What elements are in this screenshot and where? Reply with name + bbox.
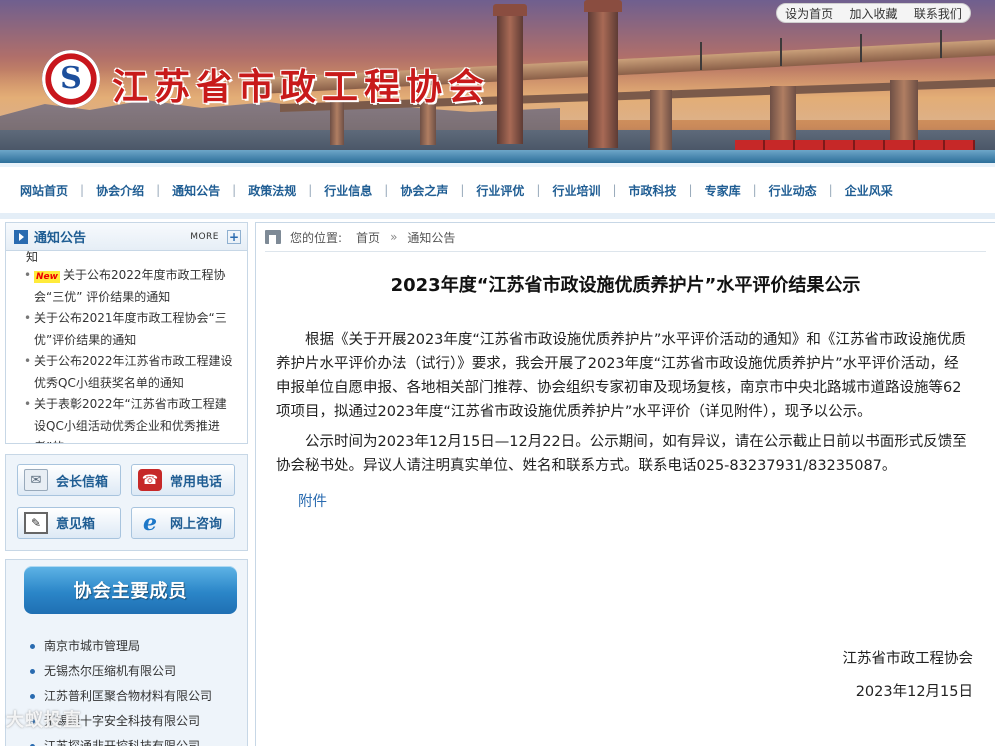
- nav-item-notices[interactable]: 通知公告 |: [166, 182, 242, 199]
- expand-plus-icon[interactable]: +: [227, 229, 241, 244]
- street-lamp: [780, 38, 782, 66]
- notice-panel: 通知公告 MORE + 知 New关于公布2022年度市政工程协会“三优” 评价…: [5, 222, 248, 444]
- member-item[interactable]: 无锡杰尔压缩机有限公司: [30, 659, 247, 684]
- association-logo[interactable]: S: [42, 50, 100, 108]
- banner-bottom-strip: [0, 150, 995, 163]
- nav-item-about[interactable]: 协会介绍 |: [90, 182, 166, 199]
- home-icon: [265, 230, 281, 244]
- nav-item-news[interactable]: 行业动态 |: [763, 182, 839, 199]
- watermark: 大蚁投直: [6, 710, 82, 731]
- logo-letter: S: [60, 61, 82, 96]
- members-panel-title: 协会主要成员: [24, 566, 237, 614]
- mail-icon: ✉: [24, 469, 48, 491]
- nav-item-enterprises[interactable]: 企业风采: [839, 182, 899, 199]
- contact-us-link[interactable]: 联系我们: [914, 5, 962, 22]
- arrow-square-icon: [14, 229, 28, 244]
- bridge-tower: [584, 0, 622, 148]
- nav-item-experts[interactable]: 专家库 |: [699, 182, 763, 199]
- nav-item-home[interactable]: 网站首页 |: [14, 182, 90, 199]
- common-phones-label: 常用电话: [170, 474, 223, 490]
- article-panel: 您的位置: 首页 » 通知公告 2023年度“江苏省市政设施优质养护片”水平评价…: [255, 222, 995, 746]
- street-lamp: [860, 34, 862, 62]
- article-date: 2023年12月15日: [855, 684, 973, 700]
- common-phones-button[interactable]: ☎ 常用电话: [131, 464, 235, 496]
- nav-bottom-line: [0, 213, 995, 219]
- online-consult-button[interactable]: e 网上咨询: [131, 506, 235, 539]
- breadcrumb: 您的位置: 首页 » 通知公告: [256, 223, 995, 251]
- bridge-pier: [650, 90, 672, 150]
- article-paragraph: 根据《关于开展2023年度“江苏省市政设施优质养护片”水平评价活动的通知》和《江…: [276, 332, 966, 420]
- nav-item-policies[interactable]: 政策法规 |: [242, 182, 318, 199]
- notice-item[interactable]: New关于公布2022年度市政工程协会“三优” 评价结果的通知: [24, 265, 237, 308]
- breadcrumb-divider: [265, 251, 986, 252]
- header-banner: S 江苏省市政工程协会 设为首页 加入收藏 联系我们: [0, 0, 995, 163]
- main-nav: 网站首页 | 协会介绍 | 通知公告 | 政策法规 | 行业信息 | 协会之声 | 行业评优…: [0, 163, 995, 219]
- notice-panel-header: 通知公告 MORE +: [6, 223, 247, 251]
- attachment-link[interactable]: 附件: [298, 490, 995, 511]
- member-item[interactable]: 南京市城市管理局: [30, 634, 247, 659]
- online-consult-label: 网上咨询: [170, 517, 223, 532]
- phone-icon: ☎: [138, 469, 162, 491]
- new-badge: New: [34, 271, 60, 283]
- notice-item[interactable]: 关于公布2021年度市政工程协会“三优”评价结果的通知: [24, 308, 237, 351]
- suggestion-box-button[interactable]: ✎ 意见箱: [17, 506, 121, 539]
- president-mailbox-label: 会长信箱: [56, 474, 109, 490]
- breadcrumb-separator: »: [390, 230, 398, 244]
- president-mailbox-button[interactable]: ✉ 会长信箱: [17, 464, 121, 496]
- notice-item[interactable]: 关于表彰2022年“江苏省市政工程建设QC小组活动优秀企业和优秀推进者”的: [24, 394, 237, 443]
- site-name: 江苏省市政工程协会: [112, 66, 491, 108]
- more-link[interactable]: MORE: [190, 232, 219, 242]
- street-lamp: [700, 42, 702, 70]
- notice-item[interactable]: 关于公布2022年江苏省市政工程建设 优秀QC小组获奖名单的通知: [24, 351, 237, 394]
- add-favorite-link[interactable]: 加入收藏: [849, 5, 897, 22]
- set-homepage-link[interactable]: 设为首页: [785, 5, 833, 22]
- article-body: 根据《关于开展2023年度“江苏省市政设施优质养护片”水平评价活动的通知》和《江…: [276, 328, 973, 478]
- article-signature: 江苏省市政工程协会: [842, 651, 974, 667]
- article-paragraph: 公示时间为2023年12月15日—12月22日。公示期间，如有异议，请在公示截止…: [276, 434, 967, 474]
- article-title: 2023年度“江苏省市政设施优质养护片”水平评价结果公示: [390, 275, 861, 296]
- breadcrumb-current-link[interactable]: 通知公告: [407, 229, 455, 246]
- nav-item-industry-info[interactable]: 行业信息 |: [318, 182, 394, 199]
- nav-item-technology[interactable]: 市政科技 |: [623, 182, 699, 199]
- nav-item-training[interactable]: 行业培训 |: [546, 182, 622, 199]
- notice-panel-title: 通知公告: [34, 231, 87, 246]
- quick-links-panel: ✉ 会长信箱 ☎ 常用电话 ✎ 意见箱 e 网上咨询: [5, 454, 248, 551]
- suggestion-box-icon: ✎: [24, 511, 48, 534]
- nav-item-awards[interactable]: 行业评优 |: [470, 182, 546, 199]
- top-links: 设为首页 加入收藏 联系我们: [776, 3, 971, 23]
- nav-item-voice[interactable]: 协会之声 |: [394, 182, 470, 199]
- breadcrumb-label: 您的位置:: [290, 230, 343, 245]
- street-lamp: [940, 30, 942, 58]
- bridge-tower: [493, 4, 527, 144]
- scrolled-notice-fragment: 知: [26, 250, 39, 264]
- breadcrumb-home-link[interactable]: 首页: [356, 229, 380, 246]
- suggestion-box-label: 意见箱: [56, 517, 96, 532]
- left-sidebar: 通知公告 MORE + 知 New关于公布2022年度市政工程协会“三优” 评价…: [5, 222, 248, 746]
- ie-browser-icon: e: [143, 509, 157, 536]
- member-item[interactable]: 江苏探通非开挖科技有限公司: [30, 734, 247, 746]
- notice-list: 知 New关于公布2022年度市政工程协会“三优” 评价结果的通知 关于公布20…: [6, 250, 247, 443]
